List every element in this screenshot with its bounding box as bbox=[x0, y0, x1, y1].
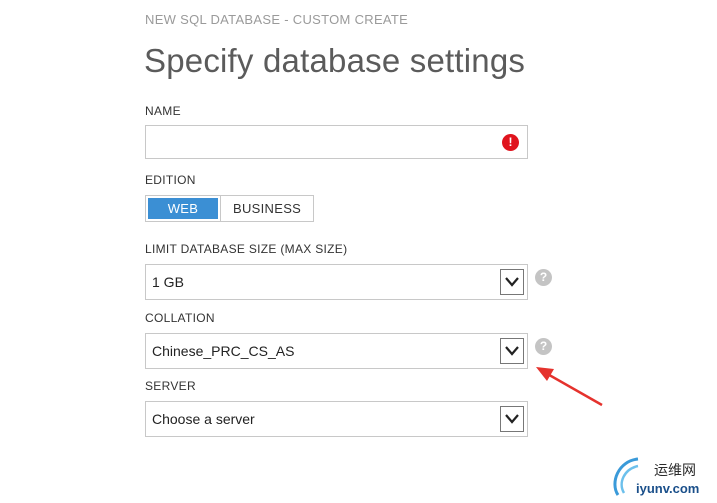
edition-option-web[interactable]: WEB bbox=[146, 196, 220, 221]
collation-label: COLLATION bbox=[145, 311, 215, 325]
page-title: Specify database settings bbox=[144, 42, 526, 79]
annotation-arrow-icon bbox=[536, 367, 603, 407]
help-icon[interactable]: ? bbox=[535, 269, 552, 286]
watermark-text: 运维网 bbox=[654, 462, 696, 478]
edition-label: EDITION bbox=[145, 173, 196, 187]
help-icon[interactable]: ? bbox=[535, 338, 552, 355]
size-value: 1 GB bbox=[152, 274, 184, 290]
chevron-down-icon[interactable] bbox=[500, 406, 524, 432]
edition-option-business[interactable]: BUSINESS bbox=[220, 196, 313, 221]
chevron-down-icon[interactable] bbox=[500, 269, 524, 295]
server-value: Choose a server bbox=[152, 411, 255, 427]
chevron-down-icon[interactable] bbox=[500, 338, 524, 364]
server-select[interactable]: Choose a server bbox=[145, 401, 528, 437]
server-label: SERVER bbox=[145, 379, 196, 393]
name-input[interactable]: ! bbox=[145, 125, 528, 159]
collation-value: Chinese_PRC_CS_AS bbox=[152, 343, 295, 359]
size-select[interactable]: 1 GB bbox=[145, 264, 528, 300]
size-label: LIMIT DATABASE SIZE (MAX SIZE) bbox=[145, 242, 348, 256]
error-icon: ! bbox=[502, 134, 519, 151]
watermark-url: iyunv.com bbox=[636, 481, 700, 496]
page-subtitle: NEW SQL DATABASE - CUSTOM CREATE bbox=[145, 12, 409, 27]
collation-select[interactable]: Chinese_PRC_CS_AS bbox=[145, 333, 528, 369]
edition-toggle: WEB BUSINESS bbox=[145, 195, 315, 222]
name-label: NAME bbox=[145, 104, 181, 118]
